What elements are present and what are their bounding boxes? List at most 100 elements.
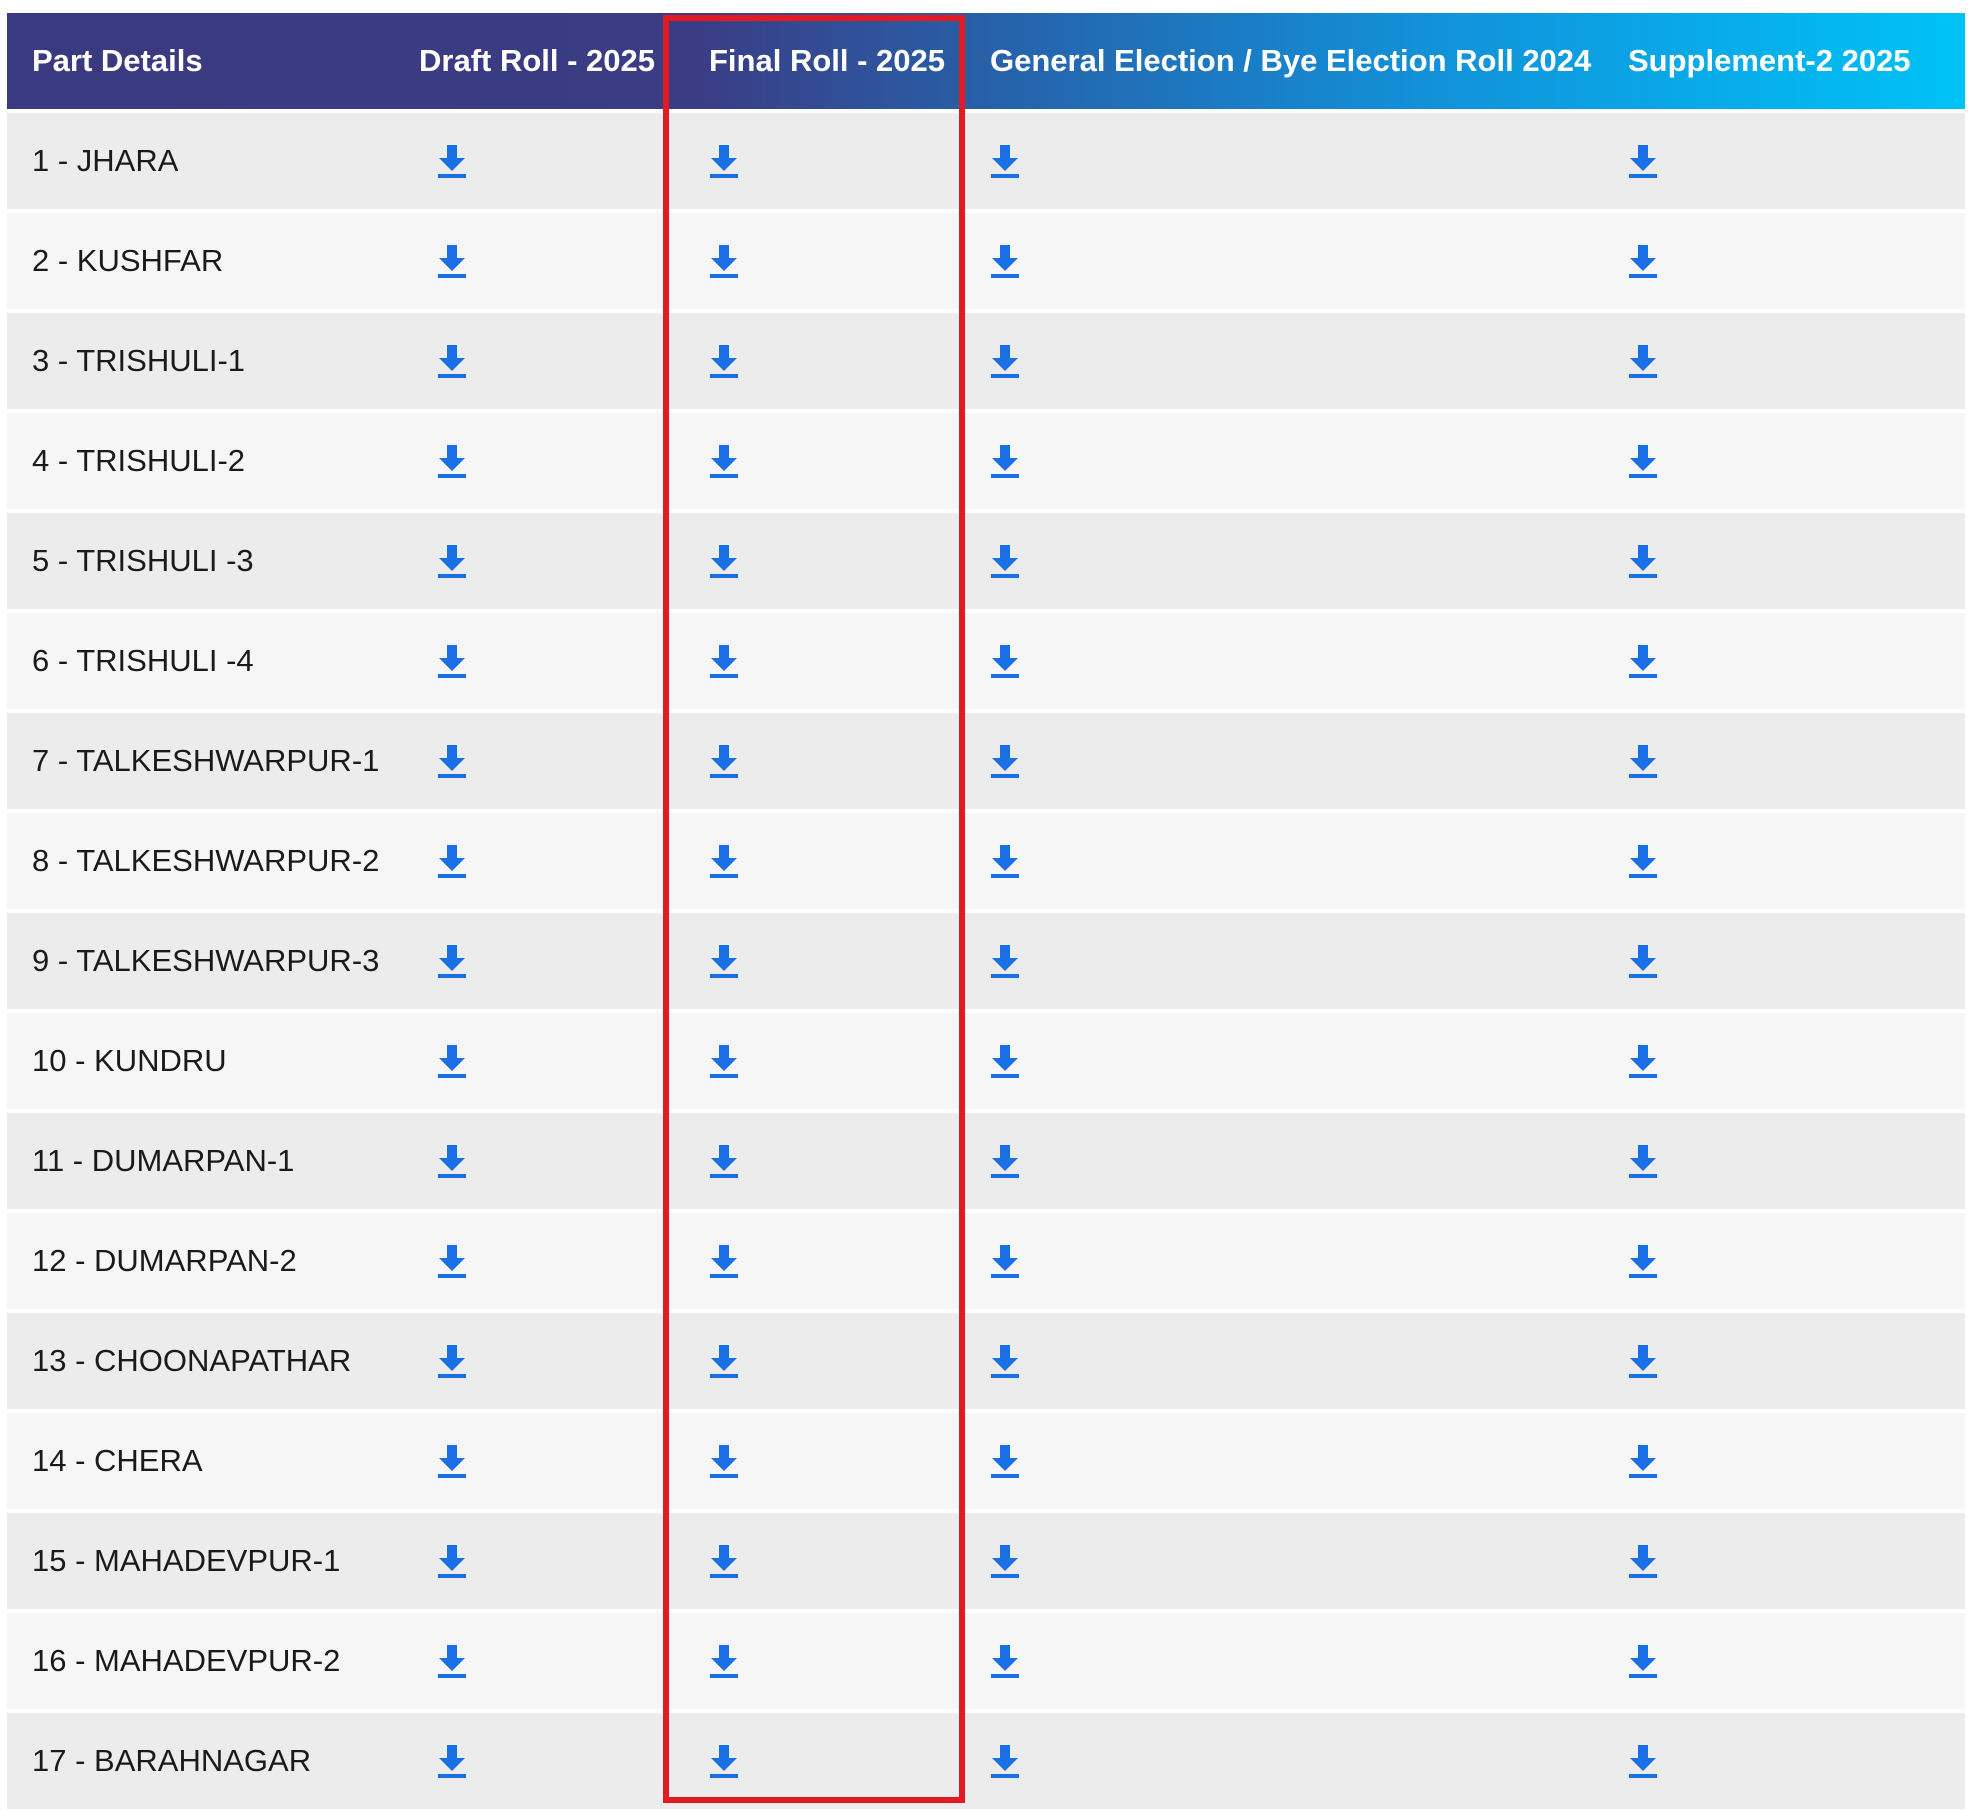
supplement-2-download-cell <box>1608 1009 1965 1109</box>
table-row: 10 - KUNDRU <box>7 1009 1965 1109</box>
download-icon[interactable] <box>1628 1143 1658 1179</box>
download-icon[interactable] <box>709 543 739 579</box>
download-icon[interactable] <box>990 1143 1020 1179</box>
download-icon[interactable] <box>709 1043 739 1079</box>
download-icon[interactable] <box>1628 843 1658 879</box>
download-icon[interactable] <box>437 243 467 279</box>
download-icon[interactable] <box>990 1043 1020 1079</box>
download-icon[interactable] <box>709 1543 739 1579</box>
draft-roll-download-cell <box>397 909 670 1009</box>
general-election-roll-download-cell <box>961 409 1608 509</box>
download-icon[interactable] <box>990 1743 1020 1779</box>
draft-roll-download-cell <box>397 1509 670 1609</box>
table-row: 14 - CHERA <box>7 1409 1965 1509</box>
download-icon[interactable] <box>709 1243 739 1279</box>
download-icon[interactable] <box>990 743 1020 779</box>
final-roll-download-cell <box>670 309 961 409</box>
general-election-roll-download-cell <box>961 909 1608 1009</box>
part-details-cell: 16 - MAHADEVPUR-2 <box>7 1609 397 1709</box>
download-icon[interactable] <box>437 1043 467 1079</box>
download-icon[interactable] <box>437 1743 467 1779</box>
download-icon[interactable] <box>1628 143 1658 179</box>
download-icon[interactable] <box>990 843 1020 879</box>
table-row: 11 - DUMARPAN-1 <box>7 1109 1965 1209</box>
download-icon[interactable] <box>437 643 467 679</box>
table-row: 16 - MAHADEVPUR-2 <box>7 1609 1965 1709</box>
supplement-2-download-cell <box>1608 1109 1965 1209</box>
download-icon[interactable] <box>990 943 1020 979</box>
download-icon[interactable] <box>1628 443 1658 479</box>
download-icon[interactable] <box>1628 743 1658 779</box>
download-icon[interactable] <box>990 143 1020 179</box>
download-icon[interactable] <box>709 1743 739 1779</box>
download-icon[interactable] <box>709 143 739 179</box>
download-icon[interactable] <box>990 1643 1020 1679</box>
part-details-cell: 15 - MAHADEVPUR-1 <box>7 1509 397 1609</box>
general-election-roll-download-cell <box>961 1109 1608 1209</box>
download-icon[interactable] <box>990 243 1020 279</box>
download-icon[interactable] <box>709 243 739 279</box>
general-election-roll-download-cell <box>961 1309 1608 1409</box>
download-icon[interactable] <box>709 443 739 479</box>
download-icon[interactable] <box>1628 343 1658 379</box>
download-icon[interactable] <box>990 1443 1020 1479</box>
header-supplement-2-2025: Supplement-2 2025 <box>1628 43 1911 78</box>
download-icon[interactable] <box>709 1643 739 1679</box>
download-icon[interactable] <box>709 643 739 679</box>
general-election-roll-download-cell <box>961 509 1608 609</box>
supplement-2-download-cell <box>1608 509 1965 609</box>
download-icon[interactable] <box>990 343 1020 379</box>
download-icon[interactable] <box>990 1343 1020 1379</box>
download-icon[interactable] <box>437 743 467 779</box>
download-icon[interactable] <box>437 543 467 579</box>
download-icon[interactable] <box>709 843 739 879</box>
download-icon[interactable] <box>1628 1543 1658 1579</box>
download-icon[interactable] <box>990 643 1020 679</box>
table-row: 4 - TRISHULI-2 <box>7 409 1965 509</box>
download-icon[interactable] <box>437 1143 467 1179</box>
supplement-2-download-cell <box>1608 1509 1965 1609</box>
download-icon[interactable] <box>1628 243 1658 279</box>
supplement-2-download-cell <box>1608 1609 1965 1709</box>
draft-roll-download-cell <box>397 409 670 509</box>
download-icon[interactable] <box>1628 543 1658 579</box>
download-icon[interactable] <box>1628 1743 1658 1779</box>
download-icon[interactable] <box>437 1243 467 1279</box>
table-row: 17 - BARAHNAGAR <box>7 1709 1965 1809</box>
download-icon[interactable] <box>709 343 739 379</box>
download-icon[interactable] <box>990 1543 1020 1579</box>
download-icon[interactable] <box>709 943 739 979</box>
download-icon[interactable] <box>1628 1043 1658 1079</box>
header-final-roll-2025: Final Roll - 2025 <box>709 43 946 78</box>
header-draft-roll-2025: Draft Roll - 2025 <box>419 43 656 78</box>
general-election-roll-download-cell <box>961 109 1608 209</box>
download-icon[interactable] <box>709 1343 739 1379</box>
download-icon[interactable] <box>990 543 1020 579</box>
header-general-election-roll-2024: General Election / Bye Election Roll 202… <box>990 43 1592 78</box>
download-icon[interactable] <box>709 743 739 779</box>
table-row: 8 - TALKESHWARPUR-2 <box>7 809 1965 909</box>
download-icon[interactable] <box>990 443 1020 479</box>
download-icon[interactable] <box>990 1243 1020 1279</box>
download-icon[interactable] <box>1628 643 1658 679</box>
download-icon[interactable] <box>437 343 467 379</box>
download-icon[interactable] <box>437 1643 467 1679</box>
download-icon[interactable] <box>437 1443 467 1479</box>
download-icon[interactable] <box>437 943 467 979</box>
download-icon[interactable] <box>437 1343 467 1379</box>
download-icon[interactable] <box>1628 1643 1658 1679</box>
download-icon[interactable] <box>709 1143 739 1179</box>
download-icon[interactable] <box>1628 1243 1658 1279</box>
download-icon[interactable] <box>437 443 467 479</box>
download-icon[interactable] <box>437 843 467 879</box>
part-details-cell: 13 - CHOONAPATHAR <box>7 1309 397 1409</box>
download-icon[interactable] <box>437 1543 467 1579</box>
general-election-roll-download-cell <box>961 1609 1608 1709</box>
download-icon[interactable] <box>1628 943 1658 979</box>
download-icon[interactable] <box>1628 1443 1658 1479</box>
download-icon[interactable] <box>1628 1343 1658 1379</box>
general-election-roll-download-cell <box>961 1509 1608 1609</box>
download-icon[interactable] <box>437 143 467 179</box>
download-icon[interactable] <box>709 1443 739 1479</box>
draft-roll-download-cell <box>397 709 670 809</box>
